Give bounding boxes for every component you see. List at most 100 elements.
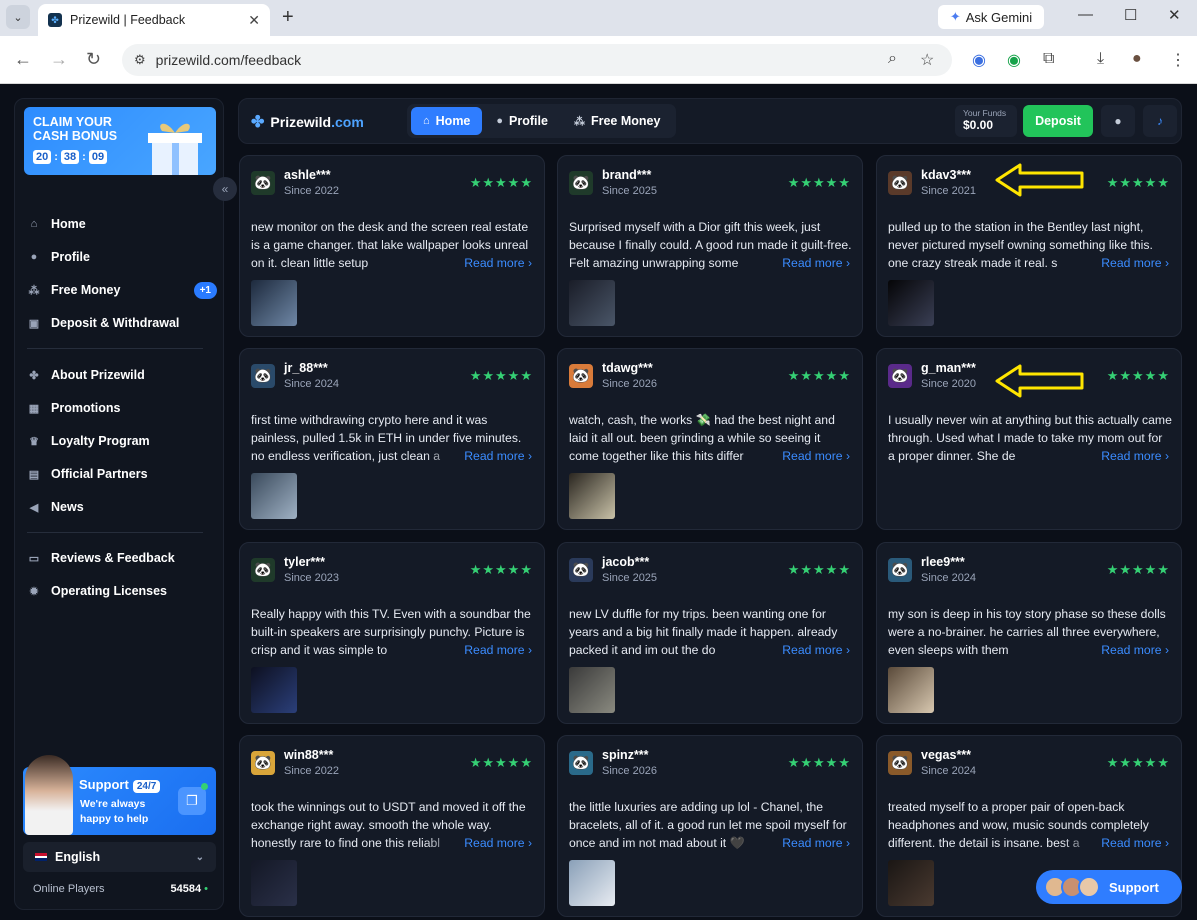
browser-menu-icon[interactable]: ⋮: [1170, 50, 1186, 70]
logo-suffix: .com: [331, 114, 364, 130]
read-more-link[interactable]: Read more ›: [742, 447, 850, 465]
site-logo[interactable]: ✤ Prizewild.com: [251, 112, 364, 132]
support-chat-button[interactable]: Support: [1036, 870, 1182, 904]
chevron-right-icon: ›: [527, 449, 532, 463]
sidebar-item-label: Reviews & Feedback: [51, 551, 175, 565]
language-select[interactable]: English ⌄: [23, 842, 216, 872]
sidebar-item-news[interactable]: ◀ News: [27, 492, 217, 522]
review-header: 🐼 rlee9*** Since 2024: [888, 555, 976, 584]
read-more-link[interactable]: Read more ›: [1061, 254, 1169, 272]
grammarly-icon[interactable]: ◉: [1007, 50, 1021, 70]
read-more-link[interactable]: Read more ›: [1061, 447, 1169, 465]
review-username: vegas***: [921, 748, 972, 762]
close-window-icon[interactable]: ✕: [1168, 6, 1181, 24]
sidebar-item-deposit-withdrawal[interactable]: ▣ Deposit & Withdrawal: [27, 308, 217, 338]
timer-minutes: 38: [60, 150, 80, 164]
review-photo[interactable]: [251, 860, 297, 906]
sidebar-item-licenses[interactable]: ✹ Operating Licenses: [27, 576, 217, 606]
deposit-button[interactable]: Deposit: [1023, 105, 1093, 137]
sidebar-item-reviews[interactable]: ▭ Reviews & Feedback: [27, 543, 217, 573]
review-photo[interactable]: [888, 280, 934, 326]
url-text: prizewild.com/feedback: [155, 52, 302, 68]
collapse-sidebar-button[interactable]: «: [213, 177, 237, 201]
review-photo[interactable]: [569, 860, 615, 906]
read-more-link[interactable]: Read more ›: [424, 447, 532, 465]
bonus-title: CLAIM YOUR CASH BONUS: [33, 115, 118, 143]
read-more-link[interactable]: Read more ›: [1061, 834, 1169, 852]
review-photo[interactable]: [569, 280, 615, 326]
review-photo[interactable]: [888, 667, 934, 713]
sidebar-item-partners[interactable]: ▤ Official Partners: [27, 459, 217, 489]
review-header: 🐼 tyler*** Since 2023: [251, 555, 339, 584]
read-more-label: Read more: [1101, 836, 1162, 850]
close-tab-icon[interactable]: ✕: [248, 12, 260, 29]
minimize-icon[interactable]: —: [1078, 6, 1093, 23]
sidebar-item-home[interactable]: ⌂ Home: [27, 209, 217, 239]
extension-icon[interactable]: ◉: [972, 50, 986, 70]
read-more-link[interactable]: Read more ›: [424, 834, 532, 852]
bookmark-star-icon[interactable]: ☆: [920, 50, 934, 70]
browser-tab[interactable]: ✤ Prizewild | Feedback ✕: [38, 4, 270, 36]
review-header: 🐼 kdav3*** Since 2021: [888, 168, 976, 197]
panda-avatar-icon: 🐼: [569, 170, 593, 195]
download-icon[interactable]: ⤓: [1097, 50, 1104, 68]
review-card: 🐼 tdawg*** Since 2026 ★★★★★ watch, cash, the…: [557, 348, 863, 530]
review-photo[interactable]: [251, 473, 297, 519]
review-photo[interactable]: [251, 280, 297, 326]
review-photo[interactable]: [569, 667, 615, 713]
chevron-right-icon: ›: [527, 836, 532, 850]
extensions-puzzle-icon[interactable]: ⧉: [1043, 50, 1054, 68]
review-photo[interactable]: [888, 473, 934, 519]
reload-icon[interactable]: ↻: [86, 49, 101, 70]
coins-icon: ⁂: [573, 115, 585, 128]
tab-free-money[interactable]: ⁂ Free Money: [562, 107, 672, 135]
support-24-7-badge: 24/7: [132, 780, 161, 793]
sidebar-item-label: Free Money: [51, 283, 121, 297]
support-chat-label: Support: [1109, 879, 1159, 895]
cash-bonus-banner[interactable]: CLAIM YOUR CASH BONUS 20: 38: 09: [24, 107, 216, 175]
sidebar-item-loyalty[interactable]: ♛ Loyalty Program: [27, 426, 217, 456]
support-card[interactable]: Support 24/7 We're always happy to help ❐: [23, 755, 216, 835]
read-more-link[interactable]: Read more ›: [742, 641, 850, 659]
read-more-link[interactable]: Read more ›: [1061, 641, 1169, 659]
review-card: 🐼 jr_88*** Since 2024 ★★★★★ first time withd…: [239, 348, 545, 530]
notifications-button[interactable]: ♪: [1143, 105, 1177, 137]
app-viewport: CLAIM YOUR CASH BONUS 20: 38: 09 « ⌂ Hom…: [0, 84, 1197, 920]
read-more-link[interactable]: Read more ›: [742, 254, 850, 272]
sidebar-item-profile[interactable]: ● Profile: [27, 242, 217, 272]
tab-search-button[interactable]: ⌄: [6, 5, 30, 29]
zoom-icon[interactable]: ⌕: [888, 50, 897, 68]
five-star-rating-icon: ★★★★★: [1106, 755, 1170, 770]
url-field[interactable]: ⚙ prizewild.com/feedback ⌕ ☆: [122, 44, 952, 76]
maximize-icon[interactable]: ☐: [1124, 6, 1137, 24]
clover-icon: ✤: [29, 369, 39, 382]
sidebar-item-free-money[interactable]: ⁂ Free Money +1: [27, 275, 217, 305]
review-member-since: Since 2026: [602, 378, 658, 390]
forward-icon[interactable]: →: [50, 49, 68, 70]
review-photo[interactable]: [251, 667, 297, 713]
review-photo[interactable]: [569, 473, 615, 519]
top-navbar: ✤ Prizewild.com ⌂ Home ● Profile ⁂ Free …: [238, 98, 1182, 144]
tab-home[interactable]: ⌂ Home: [411, 107, 483, 135]
ask-gemini-button[interactable]: ✦ Ask Gemini: [938, 5, 1044, 29]
bonus-timer: 20: 38: 09: [33, 150, 108, 164]
read-more-link[interactable]: Read more ›: [424, 254, 532, 272]
site-info-icon[interactable]: ⚙: [134, 52, 146, 68]
read-more-link[interactable]: Read more ›: [742, 834, 850, 852]
tab-profile[interactable]: ● Profile: [484, 107, 560, 135]
trophy-icon: ♛: [29, 435, 39, 448]
panda-avatar-icon: 🐼: [888, 363, 912, 388]
account-button[interactable]: ●: [1101, 105, 1135, 137]
profile-avatar-icon[interactable]: ●: [1132, 50, 1142, 68]
new-tab-button[interactable]: +: [282, 6, 294, 29]
review-photo[interactable]: [888, 860, 934, 906]
panda-avatar-icon: 🐼: [251, 170, 275, 195]
chevron-right-icon: ›: [845, 449, 850, 463]
five-star-rating-icon: ★★★★★: [787, 755, 851, 770]
sidebar-item-promotions[interactable]: ▦ Promotions: [27, 393, 217, 423]
back-icon[interactable]: ←: [14, 49, 32, 70]
read-more-link[interactable]: Read more ›: [424, 641, 532, 659]
review-username: tyler***: [284, 555, 325, 569]
review-username: kdav3***: [921, 168, 972, 182]
sidebar-item-about[interactable]: ✤ About Prizewild: [27, 360, 217, 390]
